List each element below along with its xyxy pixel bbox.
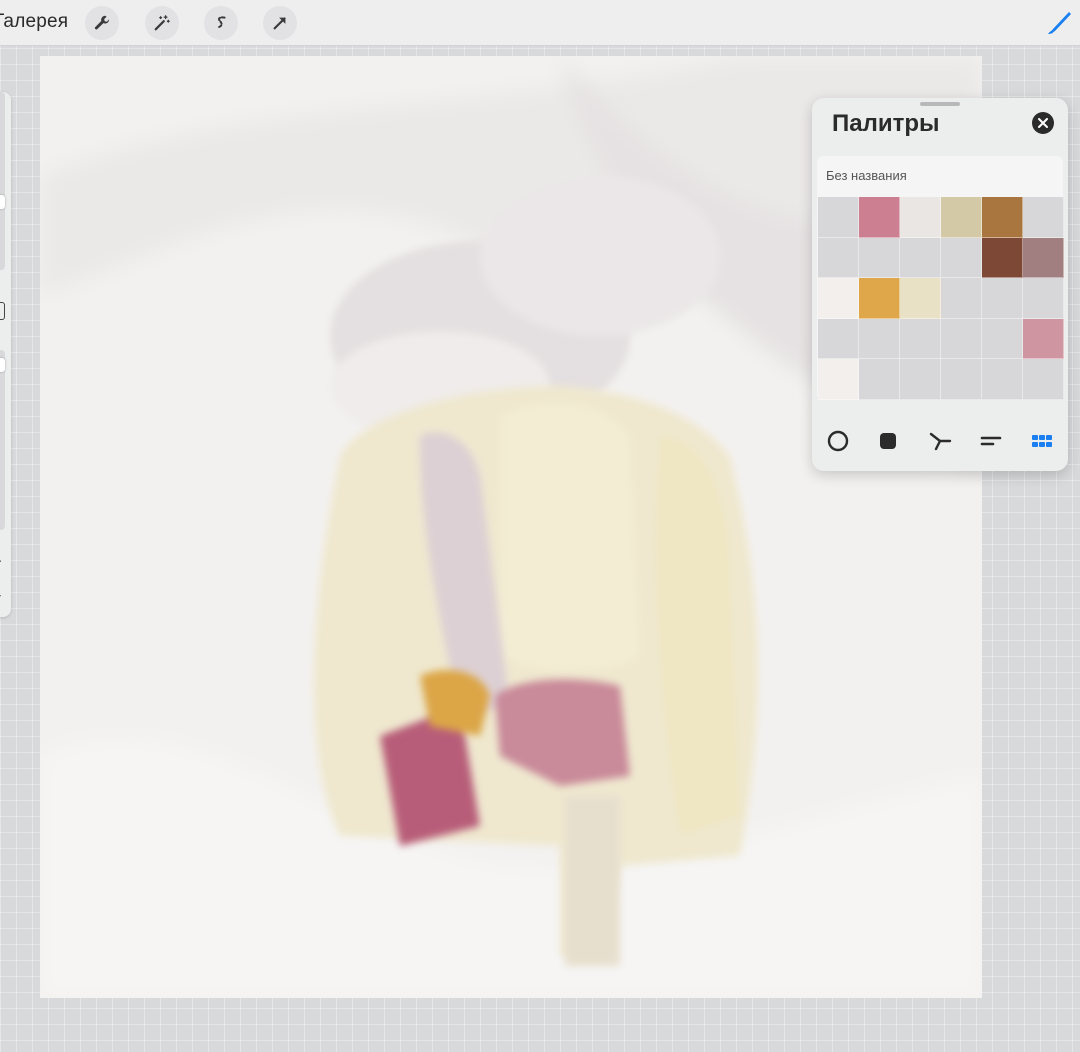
redo-icon[interactable]: ↷: [0, 590, 1, 603]
value-mode-icon[interactable]: [976, 426, 1006, 456]
modify-button[interactable]: [0, 302, 5, 320]
undo-icon[interactable]: ↶: [0, 556, 1, 569]
color-swatch[interactable]: [818, 197, 859, 238]
gallery-button[interactable]: Галерея: [0, 11, 68, 33]
color-swatch[interactable]: [900, 318, 941, 360]
color-swatch[interactable]: [982, 237, 1023, 279]
left-sidebar: ↶ ↷: [0, 92, 11, 617]
color-swatch[interactable]: [900, 278, 941, 319]
color-swatch[interactable]: [1023, 237, 1064, 279]
disc-mode-icon[interactable]: [823, 426, 853, 456]
color-swatch[interactable]: [859, 197, 900, 238]
panel-grabber[interactable]: [920, 102, 960, 106]
color-swatch[interactable]: [941, 318, 982, 360]
brush-size-thumb[interactable]: [0, 195, 5, 209]
color-swatch[interactable]: [1023, 278, 1064, 319]
brush-size-slider[interactable]: [0, 92, 5, 270]
color-swatch[interactable]: [818, 359, 859, 400]
color-swatch[interactable]: [859, 237, 900, 279]
color-swatch[interactable]: [982, 359, 1023, 400]
classic-mode-icon[interactable]: [873, 426, 903, 456]
color-swatch[interactable]: [1023, 359, 1064, 400]
palette-name[interactable]: Без названия: [826, 168, 907, 183]
panel-title: Палитры: [832, 110, 940, 137]
color-swatch[interactable]: [1023, 197, 1064, 238]
brush-icon[interactable]: [1040, 6, 1074, 40]
opacity-slider[interactable]: [0, 350, 5, 530]
color-swatch[interactable]: [941, 197, 982, 238]
close-icon[interactable]: [1032, 112, 1054, 134]
color-swatch[interactable]: [941, 359, 982, 400]
color-swatch[interactable]: [859, 318, 900, 360]
color-swatch[interactable]: [941, 237, 982, 279]
color-mode-toolbar: [812, 426, 1068, 456]
selection-s-icon[interactable]: [204, 6, 238, 40]
color-swatch[interactable]: [859, 278, 900, 319]
color-swatch[interactable]: [900, 359, 941, 400]
color-swatch[interactable]: [982, 278, 1023, 319]
opacity-thumb[interactable]: [0, 358, 5, 372]
harmony-mode-icon[interactable]: [925, 426, 955, 456]
color-swatch[interactable]: [982, 318, 1023, 360]
color-swatch[interactable]: [982, 197, 1023, 238]
top-toolbar: Галерея: [0, 0, 1080, 46]
transform-arrow-icon[interactable]: [263, 6, 297, 40]
color-swatch[interactable]: [941, 278, 982, 319]
color-swatch[interactable]: [900, 197, 941, 238]
color-swatch[interactable]: [818, 237, 859, 279]
color-swatch[interactable]: [900, 237, 941, 279]
palettes-panel: Палитры Без названия: [812, 98, 1068, 471]
color-swatch[interactable]: [818, 318, 859, 360]
swatch-grid: [818, 197, 1064, 400]
color-swatch[interactable]: [859, 359, 900, 400]
wrench-icon[interactable]: [85, 6, 119, 40]
color-swatch[interactable]: [1023, 318, 1064, 360]
magic-wand-icon[interactable]: [145, 6, 179, 40]
palettes-mode-icon[interactable]: [1027, 426, 1057, 456]
color-swatch[interactable]: [818, 278, 859, 319]
palette-card[interactable]: Без названия: [817, 156, 1064, 400]
